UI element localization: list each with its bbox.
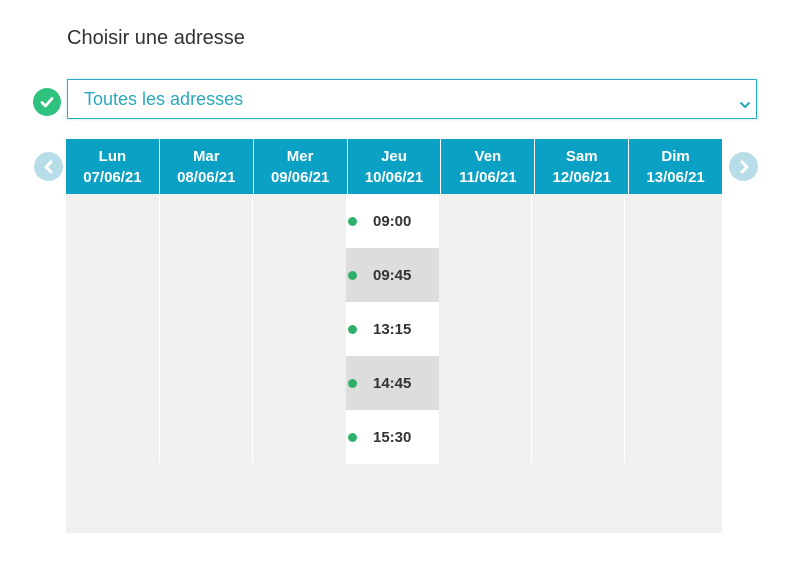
chevron-down-icon (739, 94, 751, 115)
day-header-ven: Ven 11/06/21 (440, 139, 534, 194)
slot-time: 14:45 (373, 374, 412, 392)
day-header-dim: Dim 13/06/21 (628, 139, 722, 194)
day-date: 12/06/21 (552, 168, 611, 186)
next-week-button[interactable] (729, 152, 758, 181)
column-divider (531, 194, 532, 463)
address-select-value: Toutes les adresses (84, 89, 244, 109)
chevron-right-icon (740, 160, 748, 173)
available-dot-icon (348, 378, 357, 388)
available-dot-icon (348, 270, 357, 280)
day-name: Dim (661, 147, 690, 165)
time-slot[interactable]: 14:45 (346, 356, 439, 410)
day-date: 09/06/21 (270, 168, 330, 186)
available-dot-icon (348, 432, 357, 442)
day-name: Mer (286, 147, 314, 165)
day-date: 13/06/21 (646, 168, 705, 186)
day-name: Lun (98, 147, 127, 165)
time-slot[interactable]: 13:15 (346, 302, 439, 356)
day-name: Jeu (381, 147, 407, 165)
available-dot-icon (348, 324, 357, 334)
day-name: Ven (474, 147, 502, 165)
slot-time: 09:45 (373, 266, 412, 284)
available-dot-icon (348, 216, 357, 226)
slot-time: 09:00 (373, 212, 412, 230)
calendar-header: Lun 07/06/21 Mar 08/06/21 Mer 09/06/21 J… (66, 139, 722, 194)
page-title: Choisir une adresse (67, 27, 245, 49)
time-slot[interactable]: 09:00 (346, 194, 439, 248)
chevron-left-icon (44, 160, 52, 173)
day-header-jeu: Jeu 10/06/21 (346, 139, 441, 194)
column-divider (624, 194, 625, 463)
calendar: Lun 07/06/21 Mar 08/06/21 Mer 09/06/21 J… (66, 139, 722, 533)
check-circle-icon (33, 88, 61, 116)
day-header-sam: Sam 12/06/21 (534, 139, 628, 194)
slot-time: 15:30 (373, 428, 412, 446)
time-slot[interactable]: 15:30 (346, 410, 439, 464)
day-header-lun: Lun 07/06/21 (66, 139, 159, 194)
day-date: 10/06/21 (364, 168, 424, 186)
slots-column-jeu: 09:00 09:45 13:15 14:45 15:30 (346, 194, 439, 464)
day-header-mer: Mer 09/06/21 (252, 139, 347, 194)
day-header-mar: Mar 08/06/21 (158, 139, 253, 194)
column-divider (159, 194, 160, 463)
slot-time: 13:15 (373, 320, 412, 338)
time-slot[interactable]: 09:45 (346, 248, 439, 302)
day-date: 08/06/21 (177, 168, 236, 186)
day-name: Sam (565, 147, 598, 165)
column-divider (252, 194, 253, 463)
day-name: Mar (192, 147, 220, 165)
day-date: 11/06/21 (459, 168, 517, 186)
day-date: 07/06/21 (83, 168, 142, 186)
address-select[interactable]: Toutes les adresses (67, 79, 757, 119)
prev-week-button[interactable] (34, 152, 63, 181)
